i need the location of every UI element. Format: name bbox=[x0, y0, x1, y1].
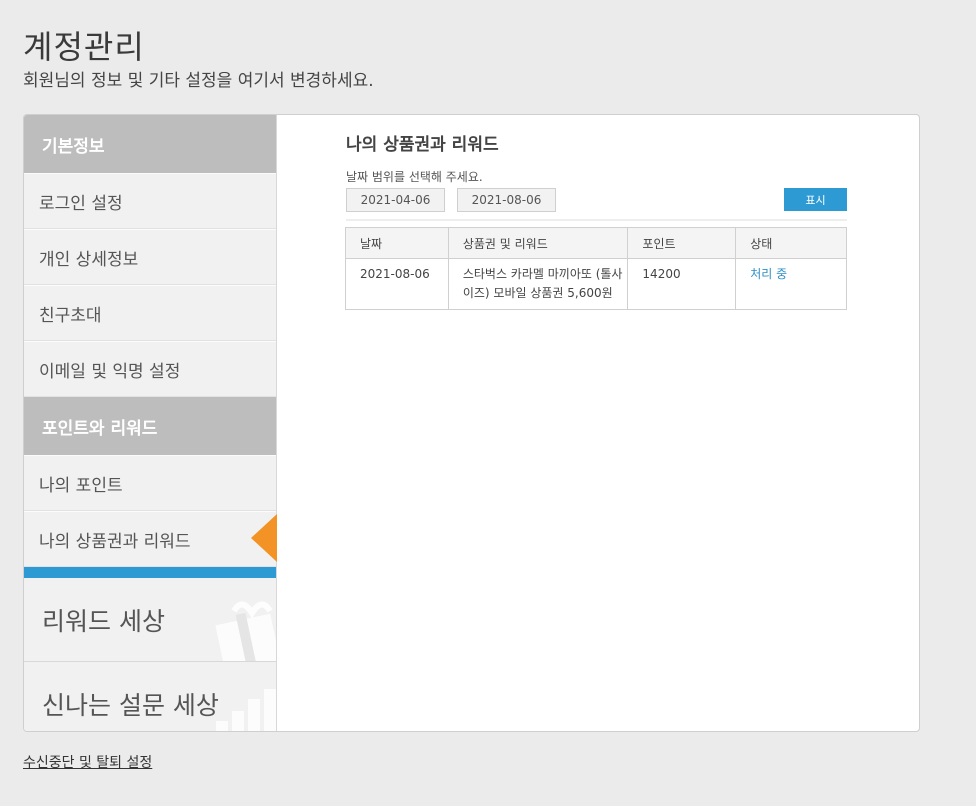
gift-icon bbox=[215, 601, 276, 661]
cell-points: 14200 bbox=[627, 258, 737, 310]
promo-survey-world[interactable]: 신나는 설문 세상 bbox=[24, 662, 276, 731]
cell-date: 2021-08-06 bbox=[345, 258, 449, 310]
cell-reward: 스타벅스 카라멜 마끼아또 (톨사이즈) 모바일 상품권 5,600원 bbox=[447, 258, 629, 310]
promo-reward-world-label: 리워드 세상 bbox=[42, 606, 165, 636]
rewards-table: 날짜 상품권 및 리워드 포인트 상태 2021-08-06 스타벅스 카라멜 … bbox=[345, 227, 847, 310]
account-panel: 기본정보 로그인 설정 개인 상세정보 친구초대 이메일 및 익명 설정 포인트… bbox=[23, 114, 920, 732]
column-header-date: 날짜 bbox=[345, 227, 449, 259]
column-header-status: 상태 bbox=[735, 227, 847, 259]
sidebar-item-my-points[interactable]: 나의 포인트 bbox=[24, 455, 276, 511]
sidebar-item-login-settings[interactable]: 로그인 설정 bbox=[24, 173, 276, 229]
date-range-hint: 날짜 범위를 선택해 주세요. bbox=[346, 170, 483, 184]
date-from-field[interactable]: 2021-04-06 bbox=[346, 188, 445, 212]
sidebar-section-basic-info: 기본정보 bbox=[24, 115, 276, 173]
content-title: 나의 상품권과 리워드 bbox=[346, 135, 499, 155]
sidebar-item-personal-details[interactable]: 개인 상세정보 bbox=[24, 229, 276, 285]
sidebar-item-invite-friends[interactable]: 친구초대 bbox=[24, 285, 276, 341]
promo-survey-world-label: 신나는 설문 세상 bbox=[42, 690, 219, 720]
table-header-row: 날짜 상품권 및 리워드 포인트 상태 bbox=[345, 227, 847, 259]
unsubscribe-withdraw-link[interactable]: 수신중단 및 탈퇴 설정 bbox=[23, 752, 152, 772]
sidebar-item-my-rewards[interactable]: 나의 상품권과 리워드 bbox=[24, 511, 277, 567]
rewards-content: 나의 상품권과 리워드 날짜 범위를 선택해 주세요. 2021-04-06 2… bbox=[277, 115, 919, 731]
sidebar-accent-bar bbox=[24, 567, 276, 578]
show-button[interactable]: 표시 bbox=[784, 188, 847, 211]
page-title: 계정관리 bbox=[23, 28, 145, 66]
column-header-points: 포인트 bbox=[627, 227, 737, 259]
promo-reward-world[interactable]: 리워드 세상 bbox=[24, 578, 276, 662]
sidebar-item-email-anonymity[interactable]: 이메일 및 익명 설정 bbox=[24, 341, 276, 397]
page-subtitle: 회원님의 정보 및 기타 설정을 여기서 변경하세요. bbox=[23, 71, 374, 91]
table-row: 2021-08-06 스타벅스 카라멜 마끼아또 (톨사이즈) 모바일 상품권 … bbox=[345, 258, 847, 310]
sidebar: 기본정보 로그인 설정 개인 상세정보 친구초대 이메일 및 익명 설정 포인트… bbox=[24, 115, 277, 731]
status-link[interactable]: 처리 중 bbox=[750, 267, 787, 281]
column-header-reward: 상품권 및 리워드 bbox=[447, 227, 629, 259]
date-to-field[interactable]: 2021-08-06 bbox=[457, 188, 556, 212]
bar-graph-icon bbox=[216, 689, 276, 731]
sidebar-section-points-rewards: 포인트와 리워드 bbox=[24, 397, 276, 455]
divider bbox=[346, 219, 847, 221]
cell-status: 처리 중 bbox=[735, 258, 847, 310]
